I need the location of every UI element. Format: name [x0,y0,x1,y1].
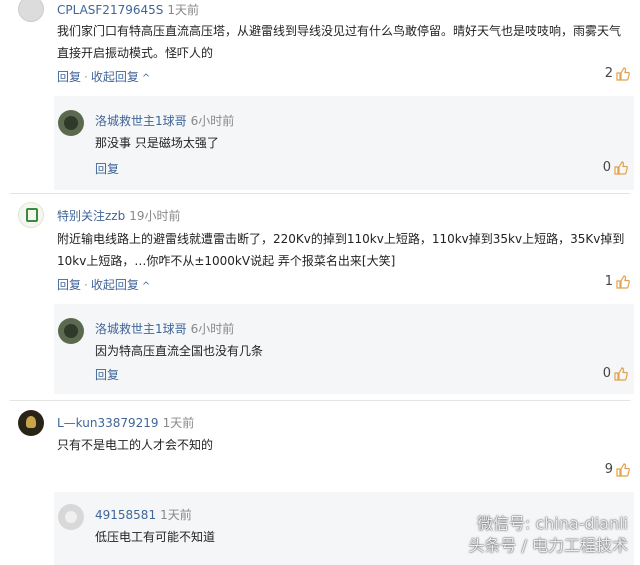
like-count: 1 [604,274,613,289]
reply-time: 6小时前 [190,114,235,128]
collapse-replies-button[interactable]: 收起回复 [91,278,139,292]
reply-text: 那没事 只是磁场太强了 [95,136,219,150]
like-button[interactable]: 2 [605,66,630,81]
collapse-replies-button[interactable]: 收起回复 [91,70,139,84]
username[interactable]: 洛城救世主1球哥 [95,114,187,128]
watermark: 微信号: china-dianli 头条号 / 电力工程技术 [468,513,628,557]
thumbs-up-icon [616,66,630,81]
comment-author[interactable]: L—kun33879219 1天前 [57,414,194,431]
like-button[interactable]: 1 [605,274,630,289]
separator: · [84,278,88,292]
like-button[interactable]: 0 [603,366,628,381]
reply-button[interactable]: 回复 [95,162,119,176]
reply-button[interactable]: 回复 [95,368,119,382]
reply-text: 低压电工有可能不知道 [95,530,216,544]
like-button[interactable]: 9 [605,462,630,477]
reply-time: 1天前 [160,508,192,522]
reply-box: 洛城救世主1球哥 6小时前 因为特高压直流全国也没有几条 回复 0 [54,304,634,394]
comment-text: 附近输电线路上的避雷线就遭雷击断了，220Kv的掉到110kv上短路，110kv… [57,232,625,268]
avatar[interactable] [58,110,84,136]
avatar[interactable] [18,0,44,22]
username[interactable]: L—kun33879219 [57,416,159,430]
avatar[interactable] [18,202,44,228]
thumbs-up-icon [614,366,628,381]
avatar[interactable] [18,410,44,436]
comment-author[interactable]: 特别关注zzb 19小时前 [57,207,181,224]
comment-item: CPLASF2179645S 1天前 我们家门口有特高压直流高压塔，从避雷线到导线… [0,0,640,190]
separator: · [84,70,88,84]
comment-time: 1天前 [162,416,195,430]
comment-actions: 回复 · 收起回复 ^ [57,276,150,293]
like-count: 0 [602,160,611,175]
thumbs-up-icon [616,462,630,477]
like-button[interactable]: 0 [603,160,628,175]
reply-author[interactable]: 洛城救世主1球哥 6小时前 [95,112,234,129]
comment-author[interactable]: CPLASF2179645S 1天前 [57,1,199,18]
reply-author[interactable]: 洛城救世主1球哥 6小时前 [95,320,234,337]
comment-time: 1天前 [167,3,200,17]
comment-actions: 回复 · 收起回复 ^ [57,68,150,85]
reply-text: 因为特高压直流全国也没有几条 [95,344,264,358]
username[interactable]: 洛城救世主1球哥 [95,322,187,336]
watermark-toutiao: 头条号 / 电力工程技术 [468,536,628,555]
chevron-up-icon[interactable]: ^ [142,73,150,84]
watermark-wechat: 微信号: china-dianli [476,514,628,533]
username[interactable]: CPLASF2179645S [57,3,163,17]
avatar[interactable] [58,318,84,344]
like-count: 2 [604,66,613,81]
comment-text: 只有不是电工的人才会不知的 [57,438,214,452]
reply-button[interactable]: 回复 [57,278,81,292]
reply-actions: 回复 [95,366,119,383]
comment-time: 19小时前 [129,209,181,223]
reply-time: 6小时前 [190,322,235,336]
reply-actions: 回复 [95,160,119,177]
divider [10,193,630,194]
like-count: 9 [604,462,613,477]
chevron-up-icon[interactable]: ^ [142,281,150,292]
comment-text: 我们家门口有特高压直流高压塔，从避雷线到导线没见过有什么鸟敢停留。晴好天气也是吱… [57,24,622,60]
reply-button[interactable]: 回复 [57,70,81,84]
thumbs-up-icon [614,160,628,175]
username[interactable]: 49158581 [95,508,156,522]
like-count: 0 [602,366,611,381]
username[interactable]: 特别关注zzb [57,209,125,223]
divider [10,400,630,401]
thumbs-up-icon [616,274,630,289]
reply-author[interactable]: 49158581 1天前 [95,506,192,523]
reply-box: 洛城救世主1球哥 6小时前 那没事 只是磁场太强了 回复 0 [54,96,634,190]
comment-item: 特别关注zzb 19小时前 附近输电线路上的避雷线就遭雷击断了，220Kv的掉到1… [0,200,640,395]
avatar[interactable] [58,504,84,530]
